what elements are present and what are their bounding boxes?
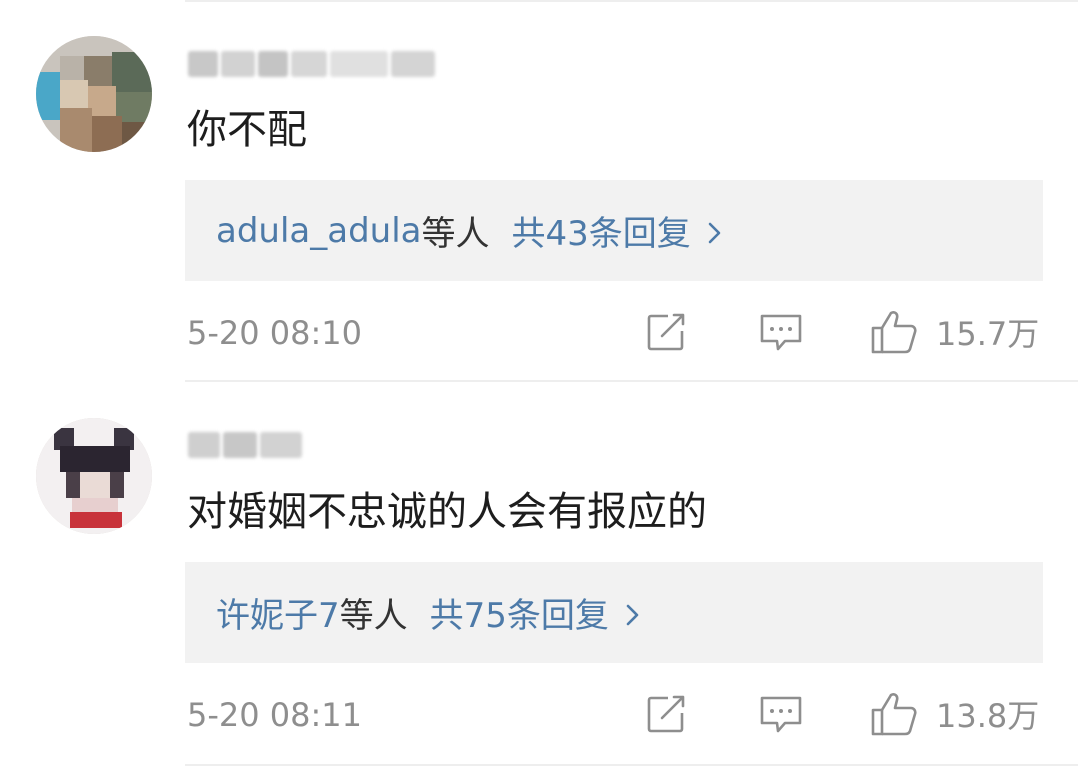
comment-icon [758, 311, 804, 357]
share-button[interactable] [646, 694, 688, 738]
avatar[interactable] [36, 36, 152, 152]
timestamp: 5-20 08:11 [187, 696, 363, 734]
reply-summary[interactable]: adula_adula 等人 共43条回复 [185, 180, 1043, 281]
like-count: 15.7万 [936, 315, 1040, 353]
comment-text: 你不配 [187, 107, 307, 153]
chevron-right-icon [623, 596, 645, 630]
username-blurred[interactable] [188, 47, 438, 81]
comment-item: 对婚姻不忠诚的人会有报应的 许妮子7 等人 共75条回复 5-20 08:11 [0, 382, 1078, 762]
chevron-right-icon [705, 214, 727, 248]
timestamp: 5-20 08:10 [187, 314, 363, 352]
thumbs-up-icon [870, 309, 918, 359]
reply-names[interactable]: adula_adula [216, 211, 422, 251]
like-button[interactable]: 15.7万 [870, 309, 1040, 359]
like-button[interactable]: 13.8万 [870, 691, 1040, 741]
avatar[interactable] [36, 418, 152, 534]
share-icon [646, 312, 688, 356]
comment-icon [758, 693, 804, 739]
comment-text: 对婚姻不忠诚的人会有报应的 [187, 489, 707, 535]
like-count: 13.8万 [936, 697, 1040, 735]
reply-summary[interactable]: 许妮子7 等人 共75条回复 [185, 562, 1043, 663]
bottom-divider [185, 764, 1078, 766]
reply-suffix: 等人 [421, 214, 490, 254]
comment-button[interactable] [758, 694, 804, 738]
reply-total[interactable]: 共43条回复 [512, 206, 691, 255]
reply-suffix: 等人 [339, 596, 408, 636]
reply-names[interactable]: 许妮子7 [216, 588, 340, 637]
reply-total[interactable]: 共75条回复 [430, 588, 609, 637]
comment-footer: 5-20 08:10 15.7万 [0, 308, 1078, 358]
comment-button[interactable] [758, 312, 804, 356]
thumbs-up-icon [870, 691, 918, 741]
username-blurred[interactable] [188, 428, 305, 462]
share-button[interactable] [646, 312, 688, 356]
comment-footer: 5-20 08:11 13.8万 [0, 690, 1078, 740]
comment-item: 你不配 adula_adula 等人 共43条回复 5-20 08:10 15.… [0, 0, 1078, 380]
share-icon [646, 694, 688, 738]
